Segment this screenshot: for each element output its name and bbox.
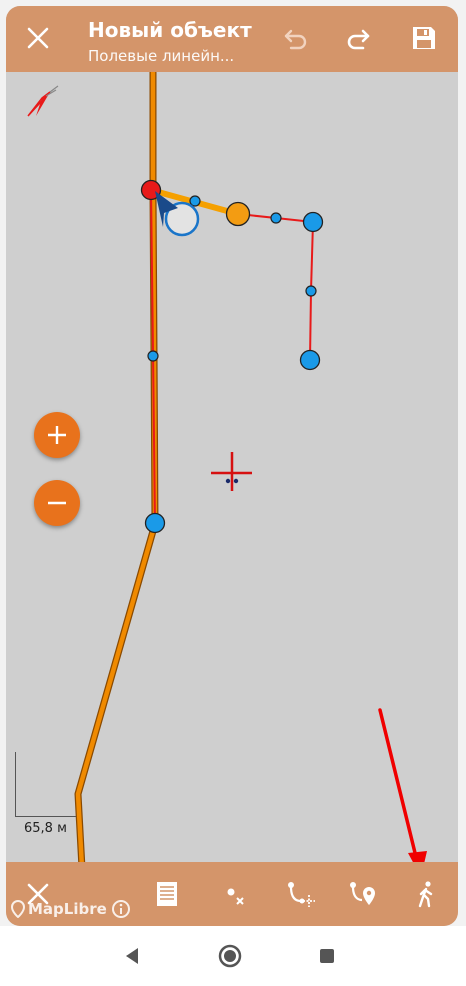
add-point-icon (288, 882, 315, 907)
system-nav-bar (0, 926, 466, 986)
close-icon (27, 27, 49, 49)
undo-icon (284, 29, 307, 50)
redo-icon (347, 29, 370, 50)
walk-icon (418, 881, 433, 908)
zoom-in-button[interactable] (34, 412, 80, 458)
save-icon (413, 27, 435, 49)
add-point-gps-button[interactable] (345, 876, 381, 912)
vertex-mid (189, 195, 201, 207)
nav-back-button[interactable] (116, 940, 148, 972)
close-button[interactable] (20, 20, 56, 56)
crosshair-icon (211, 452, 252, 491)
vertex (302, 211, 324, 233)
nav-home-button[interactable] (214, 940, 246, 972)
info-icon[interactable] (111, 899, 131, 919)
delete-point-icon (227, 888, 244, 905)
map-canvas[interactable] (6, 72, 458, 862)
redo-button[interactable] (340, 20, 376, 56)
list-icon (157, 882, 177, 906)
page-subtitle: Полевые линейн... (88, 47, 235, 65)
recents-icon (320, 949, 334, 963)
nav-recents-button[interactable] (311, 940, 343, 972)
page-title: Новый объект (88, 18, 252, 42)
undo-button[interactable] (278, 20, 314, 56)
walk-mode-button[interactable] (408, 876, 444, 912)
back-icon (126, 948, 138, 964)
vertex (144, 512, 166, 534)
delete-point-button[interactable] (218, 876, 254, 912)
edit-line-branch (237, 213, 315, 361)
save-button[interactable] (406, 20, 442, 56)
attributes-button[interactable] (149, 876, 185, 912)
minus-icon (48, 501, 66, 505)
vertex-mid (147, 350, 159, 362)
scale-bar (15, 752, 76, 817)
scale-label: 65,8 м (24, 821, 67, 836)
vertex-mid (305, 285, 317, 297)
vertex (299, 349, 321, 371)
zoom-out-button[interactable] (34, 480, 80, 526)
attribution-label: MapLibre (28, 900, 107, 918)
vertex-mid (270, 212, 282, 224)
map-layers (27, 72, 427, 862)
top-app-bar: Новый объект Полевые линейн... (6, 6, 458, 72)
plus-icon (48, 426, 66, 444)
home-icon (218, 944, 242, 968)
add-point-gps-icon (350, 882, 375, 905)
vertex-active (225, 201, 251, 227)
app-frame: Новый объект Полевые линейн... 65,8 м Ma… (6, 6, 458, 926)
compass-icon (27, 85, 59, 117)
map-pin-icon (10, 900, 26, 918)
maplibre-logo[interactable]: MapLibre (10, 899, 131, 919)
annotation-arrow (378, 708, 427, 862)
add-point-button[interactable] (282, 876, 318, 912)
